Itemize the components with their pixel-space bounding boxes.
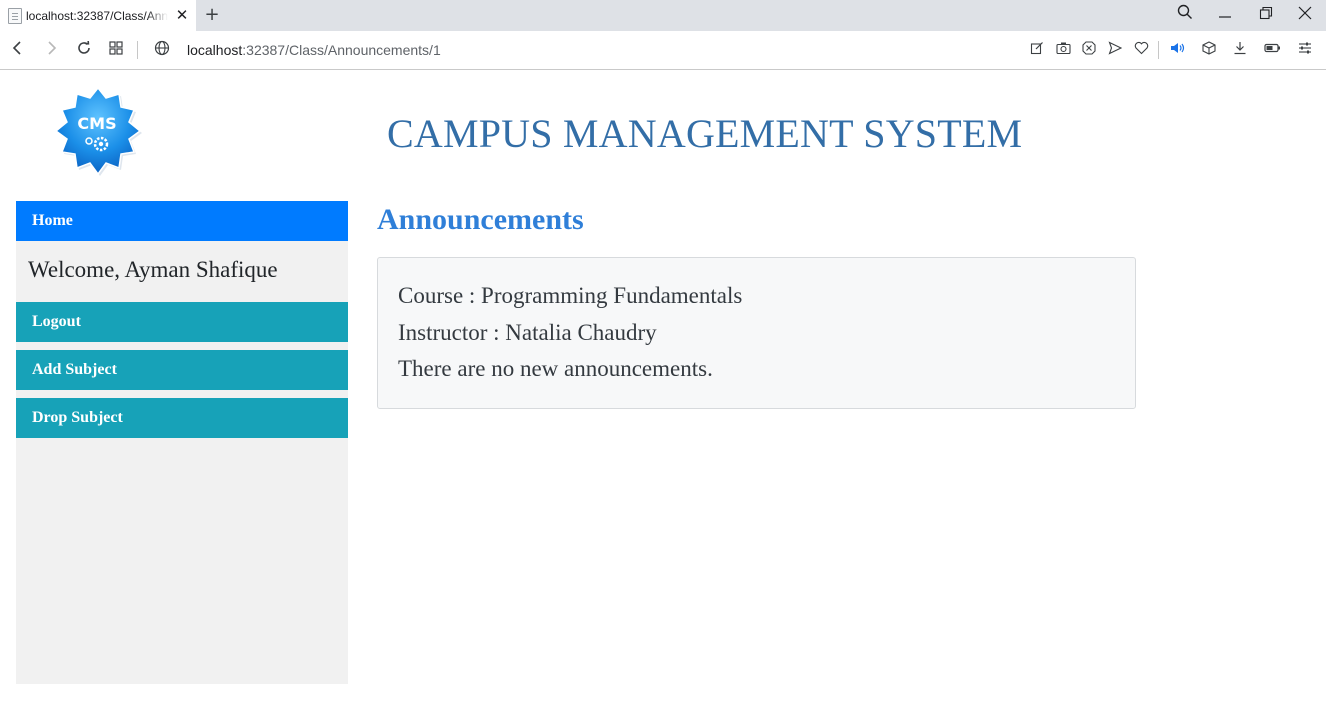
url-host: localhost: [187, 42, 243, 58]
course-line: Course : Programming Fundamentals: [398, 283, 743, 308]
download-icon[interactable]: [1231, 41, 1249, 59]
adblock-icon[interactable]: [1080, 41, 1098, 59]
address-bar: localhost:32387/Class/Announcements/1: [0, 31, 1326, 70]
url-field[interactable]: localhost:32387/Class/Announcements/1: [187, 42, 441, 58]
close-tab-icon[interactable]: ✕: [174, 7, 190, 23]
site-title: CAMPUS MANAGEMENT SYSTEM: [387, 111, 1023, 156]
heart-icon[interactable]: [1132, 41, 1150, 59]
site-info-globe-icon[interactable]: [152, 40, 172, 60]
add-subject-button[interactable]: Add Subject: [16, 350, 348, 390]
page-title: Announcements: [377, 203, 584, 236]
speed-dial-icon[interactable]: [106, 40, 126, 60]
welcome-text: Welcome, Ayman Shafique: [28, 257, 278, 282]
instructor-line: Instructor : Natalia Chaudry: [398, 319, 657, 345]
minimize-icon[interactable]: [1213, 4, 1237, 26]
forward-icon[interactable]: [41, 40, 61, 60]
back-icon[interactable]: [8, 40, 28, 60]
close-window-icon[interactable]: [1293, 4, 1317, 26]
announcement-message: There are no new announcements.: [398, 356, 713, 381]
cms-logo[interactable]: CMS: [48, 86, 148, 182]
drop-subject-button[interactable]: Drop Subject: [16, 398, 348, 438]
browser-search-icon[interactable]: [1173, 4, 1197, 26]
battery-icon[interactable]: [1263, 41, 1281, 59]
restore-icon[interactable]: [1254, 4, 1278, 26]
toolbar-separator: [137, 41, 138, 59]
player-speaker-icon[interactable]: [1169, 41, 1187, 59]
announcement-card: Course : Programming Fundamentals Instru…: [377, 257, 1136, 409]
new-tab-icon[interactable]: +: [202, 5, 222, 25]
edit-share-icon[interactable]: [1028, 41, 1046, 59]
logo-text: CMS: [77, 114, 116, 133]
page-favicon-icon: [8, 7, 22, 24]
browser-tab-strip: localhost:32387/Class/Announcements/1 ✕ …: [0, 0, 1326, 31]
toolbar-separator: [1158, 41, 1159, 59]
sidebar-item-home[interactable]: Home: [16, 201, 348, 241]
logout-button[interactable]: Logout: [16, 302, 348, 342]
camera-icon[interactable]: [1054, 41, 1072, 59]
easy-setup-sliders-icon[interactable]: [1296, 41, 1314, 59]
browser-tab[interactable]: localhost:32387/Class/Announcements/1 ✕: [0, 0, 196, 31]
cube-icon[interactable]: [1200, 41, 1218, 59]
url-path: :32387/Class/Announcements/1: [242, 42, 441, 58]
send-icon[interactable]: [1106, 41, 1124, 59]
tab-title: localhost:32387/Class/Announcements/1: [26, 8, 168, 23]
sidebar: Home Welcome, Ayman Shafique Logout Add …: [16, 201, 348, 684]
reload-icon[interactable]: [74, 40, 94, 60]
